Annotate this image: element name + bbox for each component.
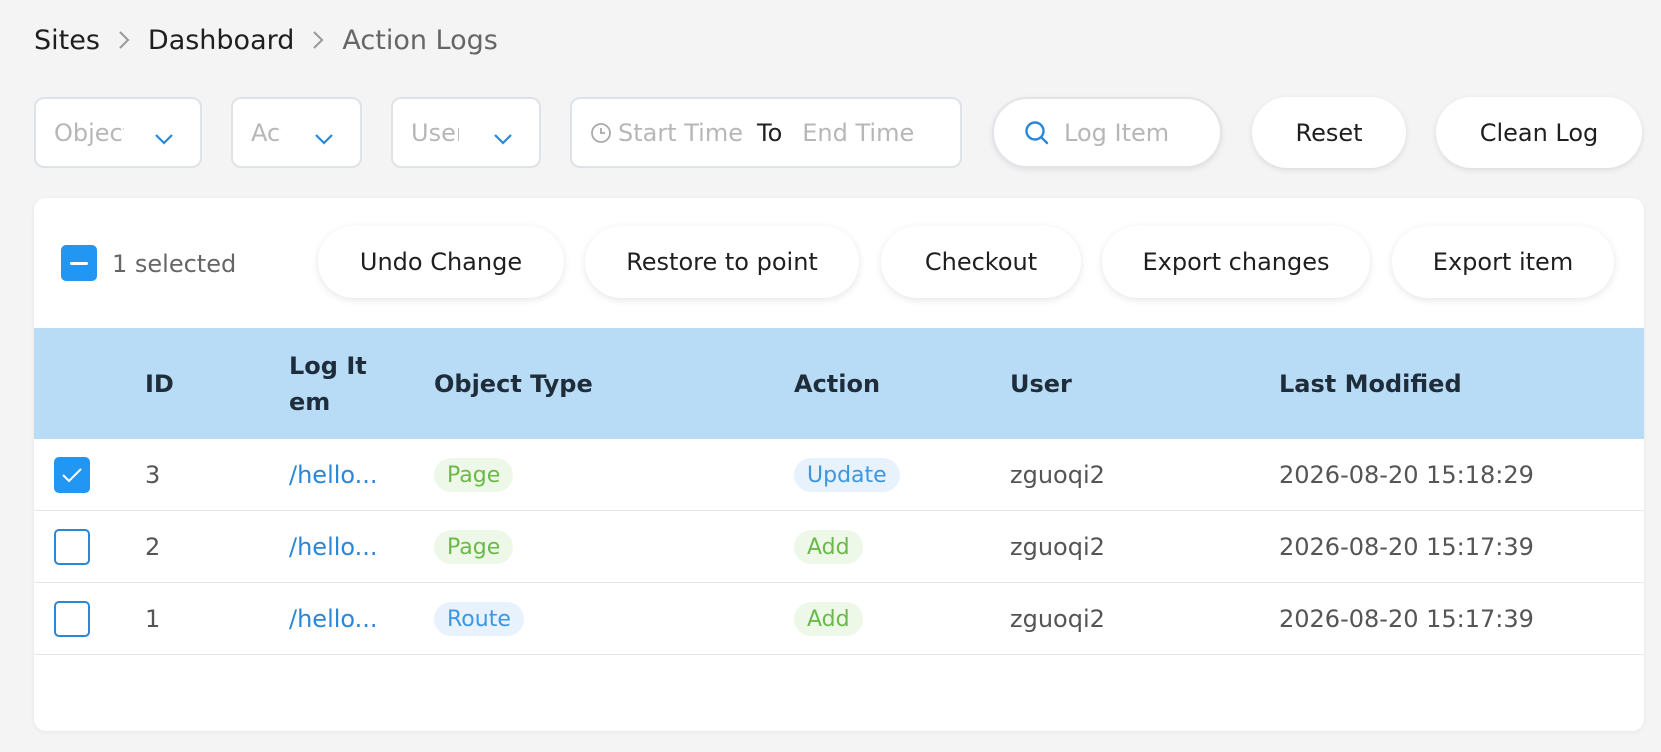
action-placeholder: Action bbox=[251, 118, 281, 147]
user-select[interactable]: User bbox=[391, 97, 541, 168]
cell-user: zguoqi2 bbox=[1010, 461, 1105, 489]
column-header-user[interactable]: User bbox=[1010, 328, 1072, 439]
table-row[interactable]: 3 /hello... Page Update zguoqi2 2026-08-… bbox=[34, 439, 1644, 511]
start-time-input[interactable]: Start Time bbox=[618, 119, 743, 147]
object-type-placeholder: Object Type bbox=[54, 118, 124, 147]
object-type-tag: Route bbox=[434, 602, 524, 636]
cell-last-modified: 2026-08-20 15:17:39 bbox=[1279, 605, 1534, 633]
checkout-button[interactable]: Checkout bbox=[881, 226, 1081, 298]
breadcrumb-action-logs: Action Logs bbox=[342, 24, 498, 56]
cell-last-modified: 2026-08-20 15:18:29 bbox=[1279, 461, 1534, 489]
undo-change-button[interactable]: Undo Change bbox=[318, 226, 564, 298]
chevron-down-icon bbox=[314, 123, 334, 151]
end-time-input[interactable]: End Time bbox=[802, 119, 914, 147]
log-item-search-input[interactable]: Log Item bbox=[992, 97, 1222, 168]
range-separator: To bbox=[757, 118, 783, 147]
indeterminate-icon bbox=[70, 261, 88, 265]
search-placeholder: Log Item bbox=[1064, 118, 1170, 147]
action-logs-page: Sites Dashboard Action Logs Object Type … bbox=[0, 0, 1661, 752]
column-header-last-modified[interactable]: Last Modified bbox=[1279, 328, 1462, 439]
user-placeholder: User bbox=[411, 118, 459, 147]
export-changes-button[interactable]: Export changes bbox=[1102, 226, 1370, 298]
cell-log-item-link[interactable]: /hello... bbox=[289, 439, 378, 511]
search-icon bbox=[1024, 120, 1050, 146]
cell-id: 2 bbox=[145, 533, 161, 561]
column-header-action[interactable]: Action bbox=[794, 328, 880, 439]
logs-card: 1 selected Undo Change Restore to point … bbox=[34, 198, 1644, 731]
chevron-down-icon bbox=[493, 123, 513, 151]
row-checkbox[interactable] bbox=[54, 529, 90, 565]
action-tag: Update bbox=[794, 458, 900, 492]
object-type-select[interactable]: Object Type bbox=[34, 97, 202, 168]
column-header-log-item[interactable]: Log Item bbox=[289, 328, 379, 439]
column-header-object-type[interactable]: Object Type bbox=[434, 328, 593, 439]
action-tag: Add bbox=[794, 530, 863, 564]
cell-last-modified: 2026-08-20 15:17:39 bbox=[1279, 533, 1534, 561]
cell-user: zguoqi2 bbox=[1010, 533, 1105, 561]
action-select[interactable]: Action bbox=[231, 97, 362, 168]
clean-log-button[interactable]: Clean Log bbox=[1436, 97, 1642, 168]
breadcrumb-dashboard[interactable]: Dashboard bbox=[148, 25, 294, 56]
date-range-picker[interactable]: Start Time To End Time bbox=[570, 97, 962, 168]
reset-button[interactable]: Reset bbox=[1252, 97, 1406, 168]
breadcrumb: Sites Dashboard Action Logs bbox=[34, 20, 498, 60]
action-tag: Add bbox=[794, 602, 863, 636]
selection-count: 1 selected bbox=[112, 250, 237, 278]
breadcrumb-sites[interactable]: Sites bbox=[34, 25, 100, 56]
chevron-right-icon bbox=[312, 30, 324, 50]
cell-user: zguoqi2 bbox=[1010, 605, 1105, 633]
filter-bar: Object Type Action User Start Time To En… bbox=[34, 97, 1644, 168]
chevron-right-icon bbox=[118, 30, 130, 50]
table-row[interactable]: 2 /hello... Page Add zguoqi2 2026-08-20 … bbox=[34, 511, 1644, 583]
restore-to-point-button[interactable]: Restore to point bbox=[585, 226, 859, 298]
row-checkbox[interactable] bbox=[54, 457, 90, 493]
table-header: ID Log Item Object Type Action User Last… bbox=[34, 328, 1644, 439]
clock-icon bbox=[590, 122, 612, 144]
select-all-checkbox[interactable] bbox=[61, 245, 97, 281]
export-item-button[interactable]: Export item bbox=[1392, 226, 1614, 298]
cell-log-item-link[interactable]: /hello... bbox=[289, 511, 378, 583]
table-row[interactable]: 1 /hello... Route Add zguoqi2 2026-08-20… bbox=[34, 583, 1644, 655]
object-type-tag: Page bbox=[434, 458, 514, 492]
checkmark-icon bbox=[62, 468, 82, 483]
cell-log-item-link[interactable]: /hello... bbox=[289, 583, 378, 655]
chevron-down-icon bbox=[154, 123, 174, 151]
cell-id: 3 bbox=[145, 461, 161, 489]
object-type-tag: Page bbox=[434, 530, 514, 564]
column-header-id[interactable]: ID bbox=[145, 328, 174, 439]
cell-id: 1 bbox=[145, 605, 161, 633]
row-checkbox[interactable] bbox=[54, 601, 90, 637]
